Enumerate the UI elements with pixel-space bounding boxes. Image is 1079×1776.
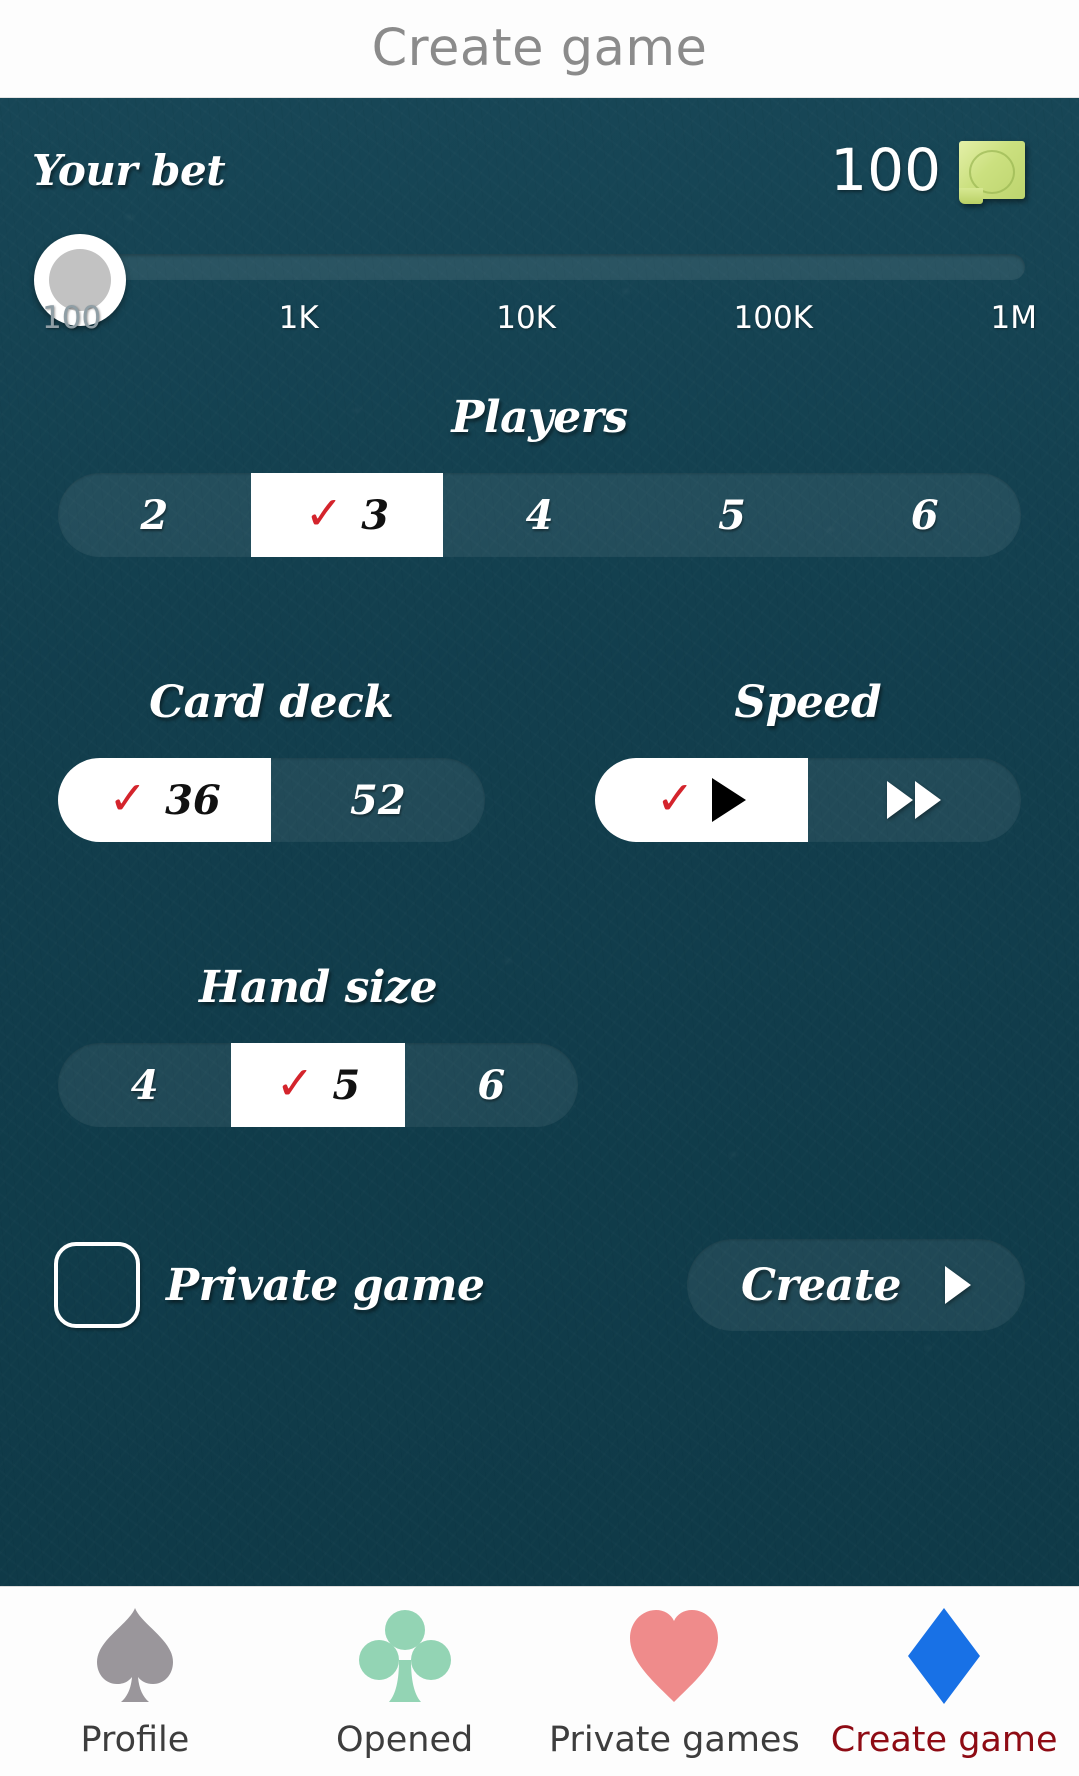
hand-size-section: Hand size 4 ✓ 5 6 [32,962,1047,1127]
bet-amount: 100 [830,136,941,204]
hand-size-segmented-control[interactable]: 4 ✓ 5 6 [58,1043,578,1127]
create-button[interactable]: Create [687,1239,1025,1331]
players-option-3-label: 3 [361,491,390,539]
card-deck-option-52-label: 52 [350,776,406,824]
bet-slider-ticks: 100 1K 10K 100K 1M [32,300,1047,336]
hand-size-option-6[interactable]: 6 [405,1043,578,1127]
tab-profile-label: Profile [80,1719,190,1760]
speed-segmented-control[interactable]: ✓ [594,758,1021,842]
speed-option-fast[interactable] [808,758,1021,842]
check-icon: ✓ [655,771,695,825]
players-option-6[interactable]: 6 [828,473,1021,557]
slider-tick-4: 1M [990,300,1037,336]
card-deck-option-36[interactable]: ✓ 36 [58,758,272,842]
speed-option-normal[interactable]: ✓ [594,758,808,842]
players-option-6-label: 6 [910,491,939,539]
bet-label: Your bet [32,145,226,195]
deck-speed-row: Card deck ✓ 36 52 Speed ✓ [32,677,1047,842]
players-segmented-control[interactable]: 2 ✓ 3 4 5 6 [58,473,1021,557]
private-game-toggle[interactable]: Private game [54,1242,485,1328]
card-deck-section: Card deck ✓ 36 52 [32,677,511,842]
private-game-checkbox[interactable] [54,1242,140,1328]
slider-tick-3: 100K [733,300,814,336]
hand-size-option-4[interactable]: 4 [58,1043,231,1127]
bet-slider[interactable]: 100 1K 10K 100K 1M [32,226,1047,336]
players-section: Players 2 ✓ 3 4 5 6 [32,392,1047,557]
money-bill-icon [959,141,1025,204]
card-deck-title: Card deck [149,677,394,728]
hand-size-option-4-label: 4 [130,1061,159,1109]
players-option-4[interactable]: 4 [443,473,636,557]
bet-row: Your bet 100 [32,98,1047,204]
check-icon: ✓ [108,771,148,825]
tab-private-games[interactable]: Private games [540,1587,810,1776]
tab-create-game-label: Create game [830,1719,1058,1760]
diamond-icon [908,1607,981,1704]
speed-title: Speed [734,677,882,728]
tab-private-games-label: Private games [549,1719,800,1760]
card-deck-option-52[interactable]: 52 [271,758,484,842]
slider-tick-2: 10K [496,300,557,336]
create-game-screen: Create game Your bet 100 100 1K 10K 100K… [0,0,1079,1776]
players-option-5[interactable]: 5 [636,473,829,557]
hand-size-option-6-label: 6 [477,1061,506,1109]
play-icon [712,778,747,822]
slider-tick-1: 1K [278,300,319,336]
players-title: Players [451,392,628,443]
players-option-2[interactable]: 2 [58,473,251,557]
card-deck-segmented-control[interactable]: ✓ 36 52 [58,758,485,842]
tab-opened[interactable]: Opened [270,1587,540,1776]
create-button-label: Create [740,1259,902,1311]
card-deck-option-36-label: 36 [165,776,221,824]
bet-amount-group: 100 [830,136,1047,204]
slider-tick-0: 100 [42,300,102,336]
play-arrow-icon [945,1266,972,1304]
bet-slider-track[interactable] [46,254,1025,280]
bottom-tab-bar: Profile Opened Private games Create game [0,1586,1079,1776]
spade-icon [96,1607,173,1702]
players-option-5-label: 5 [718,491,746,539]
tab-create-game[interactable]: Create game [809,1587,1079,1776]
check-icon: ✓ [304,486,344,540]
game-settings-board: Your bet 100 100 1K 10K 100K 1M Players … [0,98,1079,1586]
action-row: Private game Create [32,1239,1047,1331]
heart-icon [630,1609,719,1702]
fast-forward-icon [887,781,942,819]
tab-profile[interactable]: Profile [0,1587,270,1776]
hand-size-option-5[interactable]: ✓ 5 [231,1043,405,1127]
hand-size-title: Hand size [198,962,438,1013]
speed-section: Speed ✓ [569,677,1048,842]
private-game-label: Private game [166,1259,485,1311]
players-option-2-label: 2 [140,491,169,539]
title-bar: Create game [0,0,1079,98]
club-icon [358,1609,451,1702]
players-option-4-label: 4 [525,491,554,539]
hand-size-option-5-label: 5 [332,1061,361,1109]
check-icon: ✓ [275,1056,315,1110]
tab-opened-label: Opened [336,1719,474,1760]
players-option-3[interactable]: ✓ 3 [250,473,444,557]
page-title: Create game [371,19,708,78]
